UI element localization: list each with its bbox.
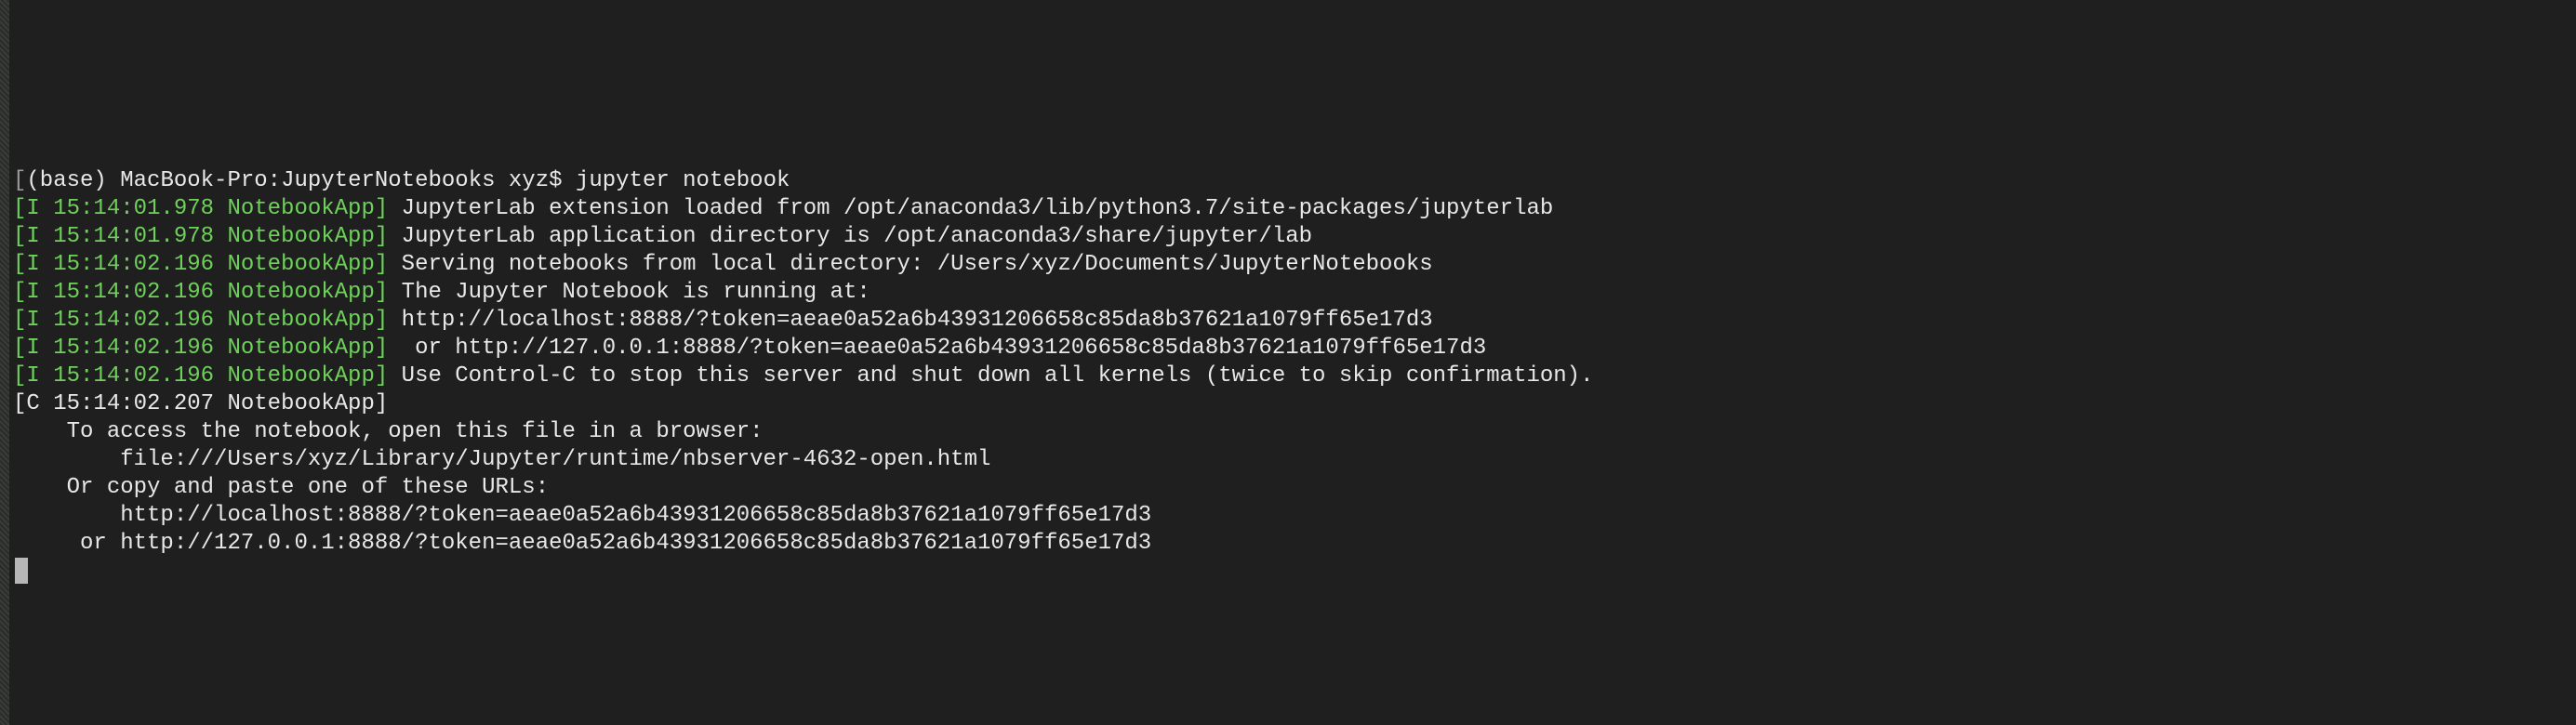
entered-command: jupyter notebook <box>576 168 790 193</box>
terminal-output[interactable]: [(base) MacBook-Pro:JupyterNotebooks xyz… <box>0 167 2576 586</box>
output-file-url: file:///Users/xyz/Library/Jupyter/runtim… <box>13 446 2576 474</box>
log-message: Use Control-C to stop this server and sh… <box>402 363 1594 389</box>
log-message: JupyterLab application directory is /opt… <box>402 224 1312 249</box>
host-path: MacBook-Pro:JupyterNotebooks <box>120 168 495 193</box>
log-message: or http://127.0.0.1:8888/?token=aeae0a52… <box>402 336 1487 361</box>
log-line: [C 15:14:02.207 NotebookApp] <box>13 390 2576 418</box>
log-prefix: [I 15:14:01.978 NotebookApp] <box>13 224 388 249</box>
output-url-localhost: http://localhost:8888/?token=aeae0a52a6b… <box>13 502 2576 530</box>
shell-user: xyz <box>509 168 549 193</box>
log-line: [I 15:14:02.196 NotebookApp] Serving not… <box>13 251 2576 279</box>
log-line: [I 15:14:01.978 NotebookApp] JupyterLab … <box>13 195 2576 223</box>
log-line: [I 15:14:02.196 NotebookApp] Use Control… <box>13 362 2576 390</box>
log-prefix: [I 15:14:02.196 NotebookApp] <box>13 308 388 333</box>
output-access-instruction: To access the notebook, open this file i… <box>13 418 2576 446</box>
log-message: Serving notebooks from local directory: … <box>402 252 1433 277</box>
log-line: [I 15:14:02.196 NotebookApp] The Jupyter… <box>13 279 2576 307</box>
log-message: http://localhost:8888/?token=aeae0a52a6b… <box>402 308 1433 333</box>
log-line: [I 15:14:02.196 NotebookApp] or http://1… <box>13 335 2576 362</box>
log-prefix: [C 15:14:02.207 NotebookApp] <box>13 391 388 416</box>
log-prefix: [I 15:14:02.196 NotebookApp] <box>13 363 388 389</box>
output-copy-instruction: Or copy and paste one of these URLs: <box>13 474 2576 502</box>
output-url-127: or http://127.0.0.1:8888/?token=aeae0a52… <box>13 530 2576 558</box>
log-message: The Jupyter Notebook is running at: <box>402 280 870 305</box>
log-prefix: [I 15:14:02.196 NotebookApp] <box>13 280 388 305</box>
prompt-sep: $ <box>549 168 562 193</box>
terminal-cursor-icon <box>15 558 28 584</box>
log-line: [I 15:14:01.978 NotebookApp] JupyterLab … <box>13 223 2576 251</box>
log-line: [I 15:14:02.196 NotebookApp] http://loca… <box>13 307 2576 335</box>
log-prefix: [I 15:14:02.196 NotebookApp] <box>13 252 388 277</box>
window-edge-decoration <box>0 0 9 725</box>
cursor-line <box>13 558 2576 586</box>
log-prefix: [I 15:14:01.978 NotebookApp] <box>13 196 388 221</box>
log-prefix: [I 15:14:02.196 NotebookApp] <box>13 336 388 361</box>
conda-env: (base) <box>26 168 106 193</box>
shell-prompt-line: [(base) MacBook-Pro:JupyterNotebooks xyz… <box>13 167 2576 195</box>
log-message: JupyterLab extension loaded from /opt/an… <box>402 196 1554 221</box>
